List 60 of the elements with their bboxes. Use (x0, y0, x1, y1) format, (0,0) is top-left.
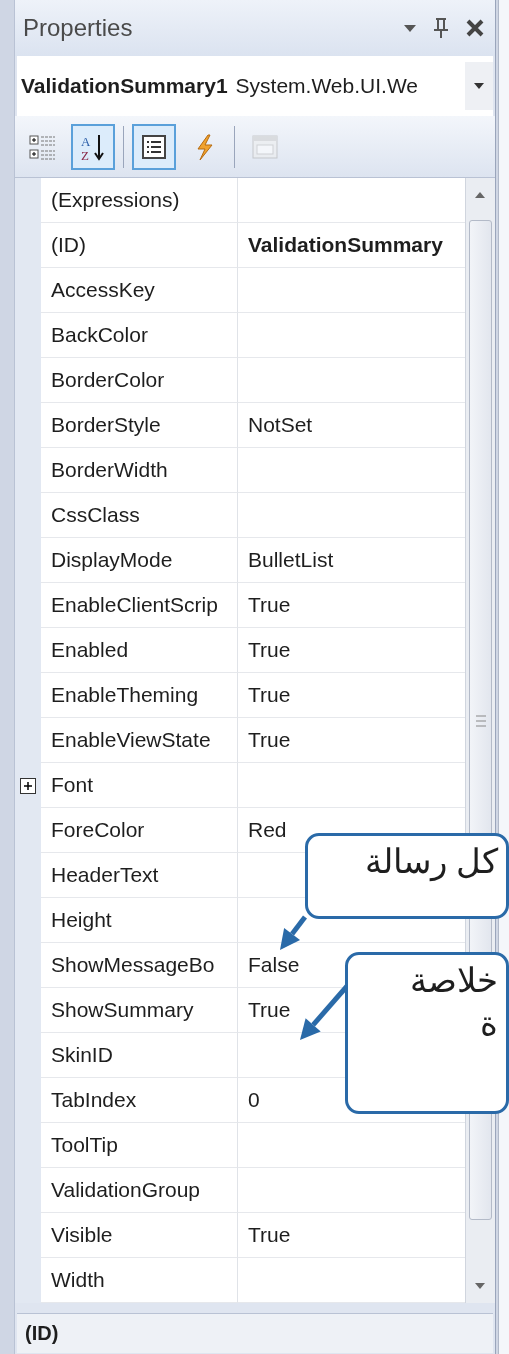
property-value[interactable]: True (248, 994, 291, 1026)
property-value[interactable]: False (248, 949, 300, 981)
categorized-icon (29, 132, 57, 161)
property-name[interactable]: EnableTheming (41, 673, 238, 718)
property-value[interactable]: NotSet (248, 409, 313, 441)
scroll-down-icon[interactable] (475, 1283, 485, 1289)
property-name[interactable]: DisplayMode (41, 538, 238, 583)
property-name[interactable]: BorderWidth (41, 448, 238, 493)
property-value[interactable]: BulletList (248, 544, 334, 576)
property-list-icon (140, 132, 168, 161)
sort-alphabetical-button[interactable]: A Z (71, 123, 115, 170)
property-name[interactable]: Font (41, 763, 238, 808)
property-name[interactable]: ForeColor (41, 808, 238, 853)
property-name[interactable]: EnableClientScrip (41, 583, 238, 628)
property-name[interactable]: ShowSummary (41, 988, 238, 1033)
grip-icon (476, 715, 486, 727)
property-value[interactable]: 0 (248, 1084, 260, 1116)
close-icon[interactable] (465, 18, 485, 38)
description-title: (ID) (17, 1313, 493, 1353)
pin-icon[interactable] (433, 17, 449, 39)
property-name[interactable]: AccessKey (41, 268, 238, 313)
property-name[interactable]: BorderColor (41, 358, 238, 403)
property-name[interactable]: ShowMessageBo (41, 943, 238, 988)
object-type: System.Web.UI.We (235, 73, 418, 100)
property-name[interactable]: (ID) (41, 223, 238, 268)
property-name[interactable]: Visible (41, 1213, 238, 1258)
property-value[interactable]: True (248, 634, 291, 666)
callout-text: ة (479, 1002, 498, 1044)
property-name[interactable]: EnableViewState (41, 718, 238, 763)
object-selector[interactable]: ValidationSummary1 System.Web.UI.We (17, 56, 493, 116)
property-value[interactable]: ValidationSummary (248, 229, 443, 261)
property-value[interactable]: True (248, 724, 291, 756)
callout-arrow (280, 915, 307, 950)
dropdown-button[interactable] (465, 62, 493, 110)
property-pages-icon (251, 132, 279, 161)
property-name[interactable]: Enabled (41, 628, 238, 673)
property-name[interactable]: ValidationGroup (41, 1168, 238, 1213)
property-value[interactable]: True (248, 1219, 291, 1251)
callout-text: خلاصة (409, 960, 498, 1001)
property-name[interactable]: TabIndex (41, 1078, 238, 1123)
property-value[interactable]: Red (248, 814, 287, 846)
property-value[interactable]: True (248, 589, 291, 621)
object-name: ValidationSummary1 (21, 73, 228, 100)
property-name[interactable]: ToolTip (41, 1123, 238, 1168)
property-name[interactable]: SkinID (41, 1033, 238, 1078)
dropdown-arrow-icon[interactable] (403, 23, 417, 33)
property-list-button[interactable] (132, 123, 176, 170)
callout-text: كل رسالة (363, 841, 498, 883)
property-name[interactable]: CssClass (41, 493, 238, 538)
scroll-up-icon[interactable] (475, 192, 485, 198)
caret-icon (473, 82, 485, 90)
property-name[interactable]: HeaderText (41, 853, 238, 898)
property-name[interactable]: Width (41, 1258, 238, 1303)
expand-icon[interactable] (20, 777, 36, 794)
property-name[interactable]: Height (41, 898, 238, 943)
property-name[interactable]: (Expressions) (41, 178, 238, 223)
property-value[interactable]: True (248, 679, 291, 711)
property-name[interactable]: BackColor (41, 313, 238, 358)
panel-title: Properties (23, 13, 133, 43)
property-name[interactable]: BorderStyle (41, 403, 238, 448)
